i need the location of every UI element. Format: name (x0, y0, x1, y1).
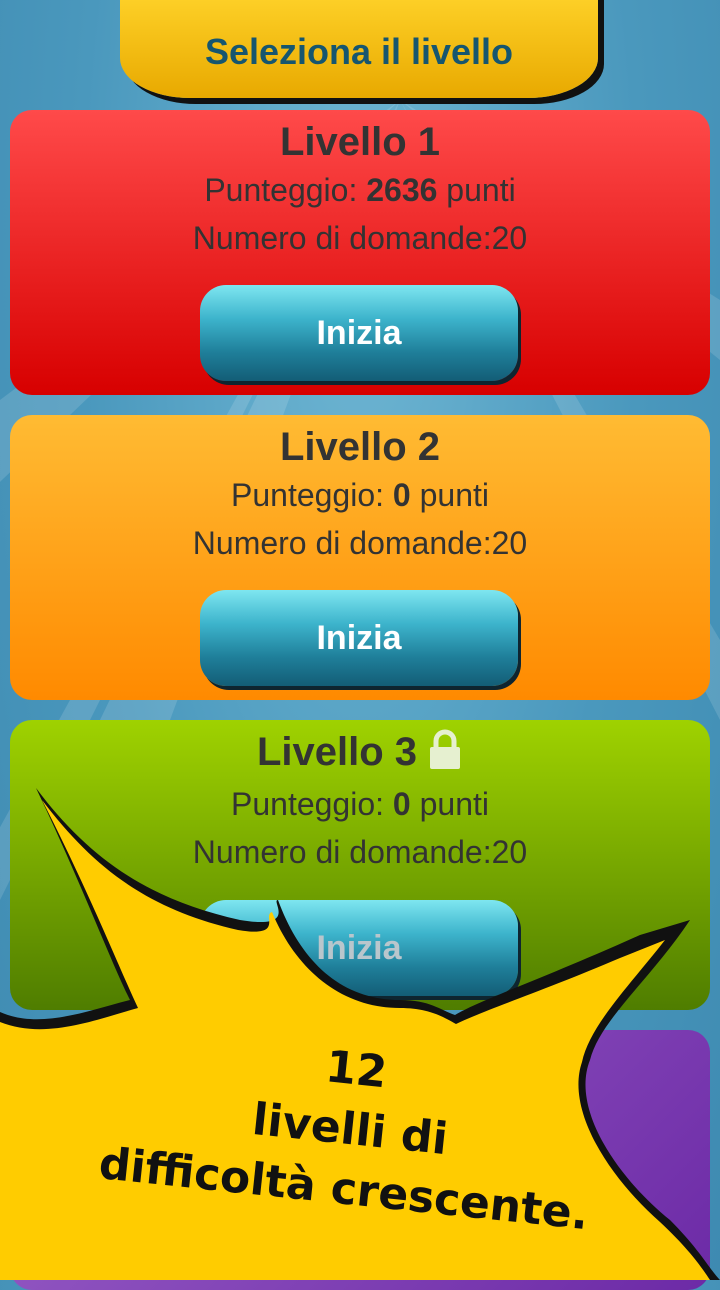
score-value: 2636 (366, 172, 438, 208)
level-questions: Numero di domande:20 (192, 525, 528, 561)
level-card-2: Livello 2 Punteggio: 0 punti Numero di d… (10, 415, 710, 700)
start-button-level-1[interactable]: Inizia (200, 285, 518, 381)
level-title: Livello 3 (256, 730, 418, 774)
start-button-level-2[interactable]: Inizia (200, 590, 518, 686)
level-title: Livello 2 (279, 425, 441, 469)
lock-icon (427, 729, 463, 780)
score-value: 0 (392, 477, 411, 513)
level-card-1: Livello 1 Punteggio: 2636 punti Numero d… (10, 110, 710, 395)
header-banner: Seleziona il livello (120, 0, 598, 98)
level-title-row: Livello 3 (10, 728, 710, 780)
level-title: Livello 1 (279, 120, 441, 164)
level-score: Punteggio: 0 punti (231, 477, 489, 513)
level-score: Punteggio: 2636 punti (204, 172, 516, 208)
page-title: Seleziona il livello (204, 31, 514, 72)
level-questions: Numero di domande:20 (192, 220, 528, 256)
